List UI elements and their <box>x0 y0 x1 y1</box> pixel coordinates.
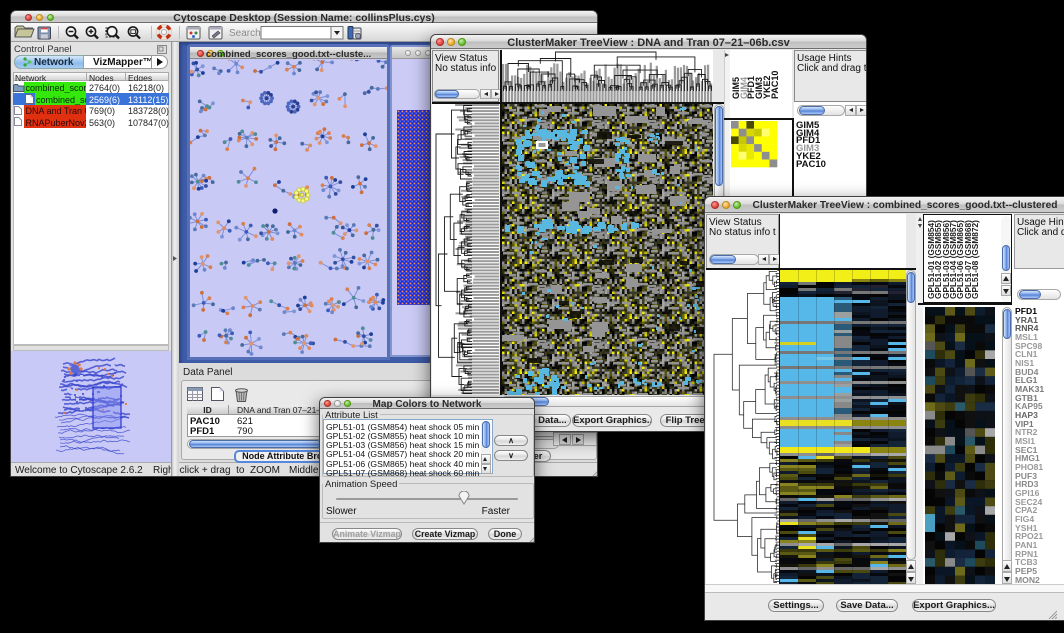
svg-text:Search:: Search: <box>229 28 263 39</box>
